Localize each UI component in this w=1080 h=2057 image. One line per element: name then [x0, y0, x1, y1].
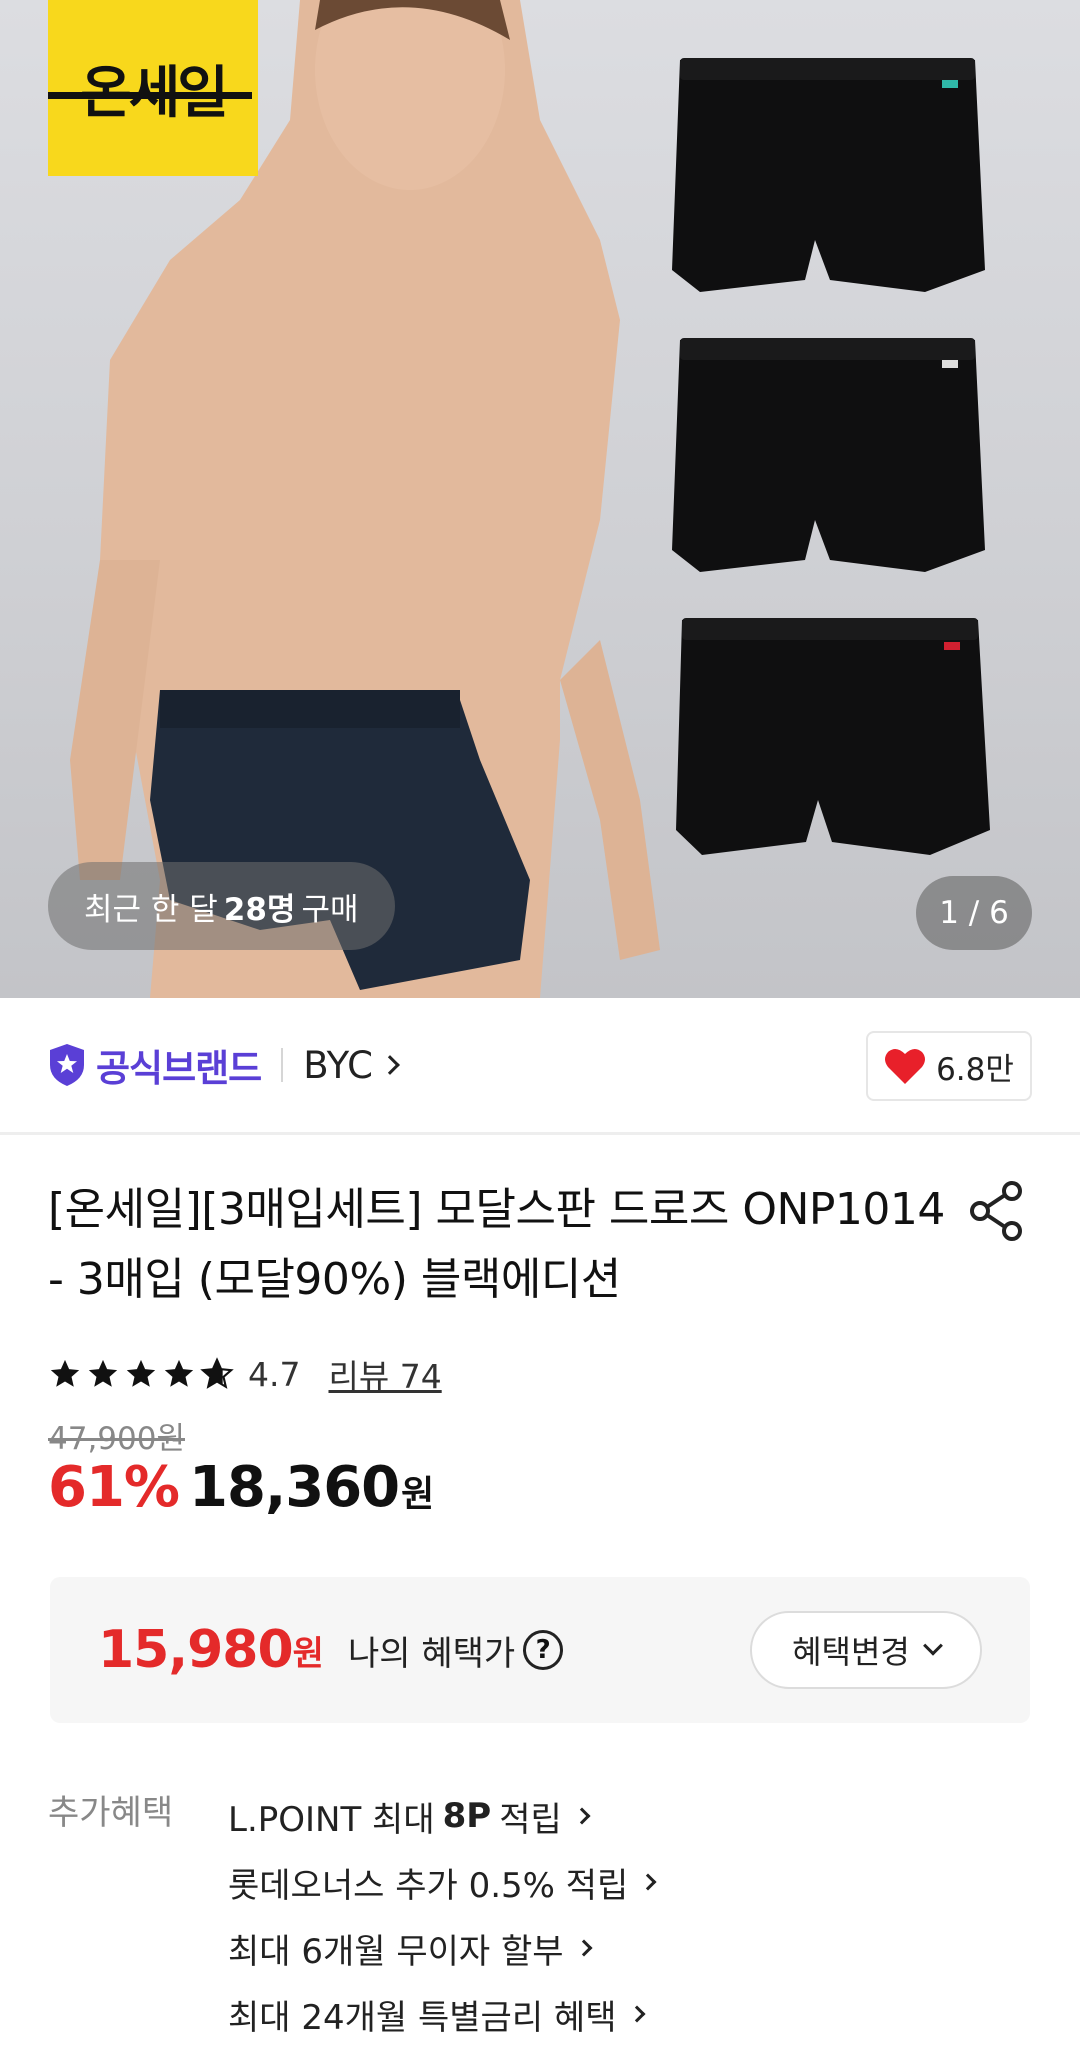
extra-benefit-suffix: 적립 — [499, 1799, 562, 1840]
star-icon — [50, 1359, 80, 1387]
recent-purchase-suffix: 구매 — [301, 891, 359, 928]
price-row: 61% 18,360 원 — [0, 1455, 1080, 1533]
original-price: 47,900원 — [48, 1421, 185, 1457]
on-sale-badge-text: 온세일 — [80, 60, 229, 126]
extra-benefit-item[interactable]: L.POINT 최대 8P 적립 — [228, 1783, 654, 1849]
on-sale-badge: 온세일 — [48, 0, 258, 176]
my-benefit-price-box: 15,980 원 나의 혜택가 ? 혜택변경 — [50, 1577, 1030, 1723]
extra-benefit-text: 최대 24개월 특별금리 혜택 — [228, 1997, 617, 2038]
discount-rate: 61% — [48, 1455, 180, 1520]
star-half-icon — [200, 1357, 234, 1389]
extra-benefit-text: 최대 6개월 무이자 할부 — [228, 1931, 564, 1972]
shield-star-icon — [50, 1044, 84, 1086]
extra-benefit-item[interactable]: 최대 24개월 특별금리 혜택 — [228, 1981, 654, 2047]
image-counter: 1 / 6 — [916, 876, 1032, 950]
benefit-price: 15,980 — [98, 1620, 294, 1680]
extra-benefit-text: 롯데오너스 추가 0.5% 적립 — [228, 1865, 629, 1906]
rating-row: 4.7 리뷰 74 — [0, 1315, 1080, 1397]
help-circle-icon[interactable]: ? — [523, 1630, 564, 1670]
wishlist-button[interactable]: 6.8만 — [866, 1031, 1032, 1101]
chevron-right-icon — [575, 1939, 593, 1957]
star-icon — [88, 1359, 118, 1387]
official-brand-label: 공식브랜드 — [96, 1047, 262, 1090]
wishlist-count: 6.8만 — [936, 1051, 1014, 1088]
brand-divider — [281, 1048, 284, 1082]
extra-benefit-item[interactable]: 최대 6개월 무이자 할부 — [228, 1915, 654, 1981]
extra-benefits-label: 추가혜택 — [48, 1793, 174, 1833]
chevron-down-icon — [922, 1635, 943, 1656]
change-benefit-button[interactable]: 혜택변경 — [750, 1611, 982, 1689]
benefit-label: 나의 혜택가 — [347, 1633, 516, 1674]
brand-link[interactable]: BYC — [303, 1044, 373, 1087]
product-image-carousel[interactable]: 온세일 최근 한 달 28명 구매 1 / 6 — [0, 0, 1080, 998]
change-benefit-label: 혜택변경 — [792, 1633, 910, 1671]
badge-strike-line — [48, 92, 252, 99]
star-icon — [164, 1359, 194, 1387]
star-icon — [126, 1359, 156, 1387]
heart-icon — [885, 1048, 926, 1084]
product-title-section: [온세일][3매입세트] 모달스판 드로즈 ONP1014 - 3매입 (모달9… — [0, 1135, 1080, 1315]
extra-benefits-list: L.POINT 최대 8P 적립 롯데오너스 추가 0.5% 적립 최대 6개월… — [228, 1783, 657, 2047]
extra-benefits-section: 추가혜택 L.POINT 최대 8P 적립 롯데오너스 추가 0.5% 적립 최… — [0, 1723, 1080, 2047]
rating-value: 4.7 — [248, 1354, 301, 1394]
chevron-right-icon[interactable] — [380, 1055, 400, 1075]
review-link[interactable]: 리뷰 74 — [328, 1350, 441, 1398]
product-title: [온세일][3매입세트] 모달스판 드로즈 ONP1014 - 3매입 (모달9… — [48, 1184, 945, 1305]
extra-benefit-text: L.POINT 최대 — [228, 1799, 435, 1840]
chevron-right-icon — [639, 1873, 657, 1891]
share-icon[interactable] — [968, 1181, 1024, 1241]
extra-benefit-bold: 8P — [442, 1796, 492, 1836]
benefit-price-unit: 원 — [292, 1633, 324, 1674]
recent-purchase-prefix: 최근 한 달 — [84, 891, 218, 928]
brand-row: 공식브랜드 BYC 6.8만 — [0, 998, 1080, 1132]
recent-purchase-badge: 최근 한 달 28명 구매 — [48, 862, 395, 950]
price-unit: 원 — [401, 1474, 435, 1515]
star-rating — [48, 1357, 234, 1391]
chevron-right-icon — [628, 2005, 645, 2023]
extra-benefit-item[interactable]: 롯데오너스 추가 0.5% 적립 — [228, 1849, 657, 1915]
recent-purchase-count: 28명 — [223, 891, 296, 928]
chevron-right-icon — [573, 1807, 591, 1825]
sale-price: 18,360 — [189, 1455, 400, 1520]
